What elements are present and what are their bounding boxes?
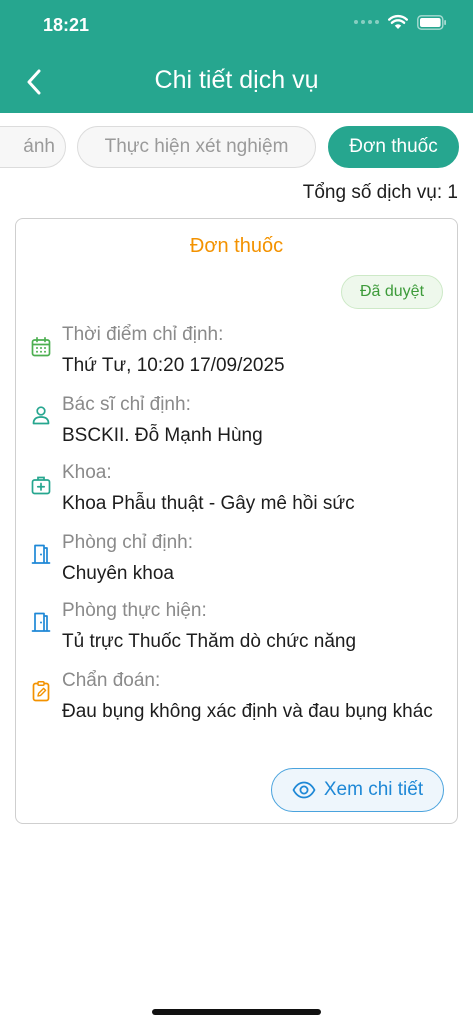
view-detail-label: Xem chi tiết bbox=[323, 779, 424, 800]
door-icon bbox=[31, 612, 51, 632]
field-label: Khoa: bbox=[62, 462, 112, 483]
field-label: Chẩn đoán: bbox=[62, 670, 161, 691]
tab-lab-test[interactable]: Thực hiện xét nghiệm bbox=[77, 126, 316, 168]
service-tabs: ánh Thực hiện xét nghiệm Đơn thuốc bbox=[0, 126, 473, 168]
card-title: Đơn thuốc bbox=[189, 235, 284, 257]
field-label: Thời điểm chỉ định: bbox=[62, 324, 224, 345]
field-value: Tủ trực Thuốc Thăm dò chức năng bbox=[62, 631, 357, 652]
tab-partial[interactable]: ánh bbox=[0, 126, 66, 168]
header-bar: 18:21 Chi tiết dịch vụ bbox=[0, 0, 473, 113]
field-value: Thứ Tư, 10:20 17/09/2025 bbox=[62, 355, 285, 376]
service-card: Đơn thuốc Đã duyệt Thời điểm chỉ định: T… bbox=[15, 218, 458, 824]
status-badge: Đã duyệt bbox=[341, 275, 443, 309]
total-services: Tổng số dịch vụ: 1 bbox=[302, 182, 458, 203]
status-icons bbox=[354, 14, 447, 30]
home-indicator bbox=[152, 1009, 321, 1015]
field-label: Bác sĩ chỉ định: bbox=[62, 394, 191, 415]
eye-icon bbox=[292, 781, 316, 799]
battery-icon bbox=[417, 14, 446, 30]
page-title: Chi tiết dịch vụ bbox=[154, 66, 319, 94]
person-icon bbox=[32, 406, 50, 425]
calendar-icon bbox=[31, 336, 51, 357]
wifi-icon bbox=[388, 14, 408, 29]
clipboard-edit-icon bbox=[32, 681, 50, 702]
field-value: Khoa Phẫu thuật - Gây mê hồi sức bbox=[62, 493, 355, 514]
medical-kit-icon bbox=[31, 476, 51, 495]
field-label: Phòng thực hiện: bbox=[62, 600, 207, 621]
signal-icon bbox=[354, 20, 379, 24]
field-value: Đau bụng không xác định và đau bụng khác bbox=[62, 701, 433, 722]
status-time: 18:21 bbox=[43, 15, 90, 35]
field-label: Phòng chỉ định: bbox=[62, 532, 193, 553]
tab-prescription[interactable]: Đơn thuốc bbox=[328, 126, 459, 168]
field-value: BSCKII. Đỗ Mạnh Hùng bbox=[62, 425, 263, 446]
field-value: Chuyên khoa bbox=[62, 563, 174, 584]
view-detail-button[interactable]: Xem chi tiết bbox=[271, 768, 444, 812]
door-icon bbox=[31, 544, 51, 564]
